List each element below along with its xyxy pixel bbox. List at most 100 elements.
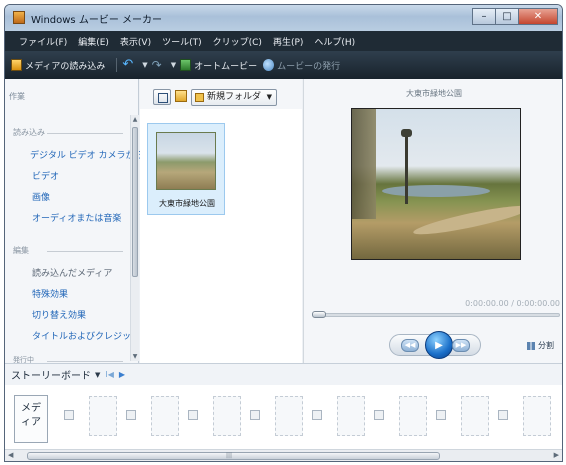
split-label: 分割 (538, 341, 554, 350)
storyboard-label[interactable]: ストーリーボード (11, 367, 91, 382)
storyboard-header: ストーリーボード ▼ I◀ ▶ (5, 363, 562, 385)
preview-timecode: 0:00:00.00 / 0:00:00.00 (465, 299, 560, 308)
toolbar-separator (116, 58, 118, 72)
scroll-up-icon[interactable]: ▲ (131, 116, 139, 123)
seek-bar[interactable] (316, 313, 560, 317)
publish-movie-label: ムービーの発行 (277, 61, 341, 72)
scroll-right-icon[interactable]: ▶ (554, 451, 559, 459)
automovie-button[interactable]: オートムービー (180, 59, 257, 72)
split-icon (527, 341, 535, 350)
folder-small-icon (195, 93, 204, 102)
publish-movie-button[interactable]: ムービーの発行 (263, 59, 340, 72)
undo-button[interactable]: ↶ (122, 58, 136, 71)
storyboard-dropdown-icon[interactable]: ▼ (95, 371, 100, 379)
tasks-title: 作業 (9, 92, 25, 101)
task-link-video[interactable]: ビデオ (32, 169, 59, 182)
storyboard-slot[interactable] (89, 396, 117, 436)
scroll-left-icon[interactable]: ◀ (8, 451, 13, 459)
import-media-label: メディアの読み込み (25, 61, 106, 72)
automovie-icon (180, 59, 192, 71)
storyboard-slot[interactable] (151, 396, 179, 436)
edit-section-heading: 編集 (13, 245, 123, 256)
minimize-button[interactable]: – (472, 8, 496, 25)
storyboard-first-slot-label: メデ ィア (21, 403, 41, 428)
transition-slot[interactable] (188, 410, 198, 420)
chevron-down-icon: ▼ (266, 93, 272, 101)
task-link-from-camera[interactable]: デジタル ビデオ カメラから (30, 148, 144, 161)
media-clip-item[interactable]: 大東市緑地公園 (147, 123, 225, 215)
previous-frame-button[interactable]: ◀◀ (401, 339, 419, 352)
view-toggle-button[interactable] (153, 89, 171, 105)
task-link-titles[interactable]: タイトルおよびクレジット (32, 329, 140, 342)
tasks-scrollbar[interactable]: ▲ ▼ (130, 115, 139, 361)
window-title: Windows ムービー メーカー (31, 15, 162, 26)
tasks-scroll-thumb[interactable] (132, 127, 138, 277)
menu-tools[interactable]: ツール(T) (162, 35, 202, 48)
menu-view[interactable]: 表示(V) (120, 35, 151, 48)
folder-dropdown[interactable]: 新規フォルダ ▼ (191, 89, 277, 106)
task-link-audio[interactable]: オーディオまたは音楽 (32, 211, 121, 224)
title-bar: Windows ムービー メーカー – □ ✕ (5, 5, 562, 31)
scene-lamp (401, 129, 412, 137)
task-link-imported-media[interactable]: 読み込んだメディア (32, 266, 112, 279)
clip-thumbnail (156, 132, 216, 190)
collection-toolbar: 新規フォルダ ▼ (140, 79, 302, 109)
play-button[interactable]: ▶ (425, 331, 453, 359)
folder-icon[interactable] (175, 90, 187, 102)
transition-slot[interactable] (312, 410, 322, 420)
preview-pane: 大東市緑地公園 0:00:00.00 / 0:00:00.00 ◀◀ ▶ ▶▶ … (303, 79, 562, 363)
split-button[interactable]: 分割 (527, 340, 554, 351)
close-button[interactable]: ✕ (518, 8, 558, 25)
transition-slot[interactable] (436, 410, 446, 420)
storyboard-slot[interactable] (523, 396, 551, 436)
storyboard: メデ ィア (5, 385, 562, 449)
menu-edit[interactable]: 編集(E) (78, 35, 109, 48)
redo-dropdown-icon[interactable]: ▼ (171, 61, 176, 69)
automovie-label: オートムービー (194, 61, 258, 72)
seek-handle[interactable] (312, 311, 326, 318)
storyboard-slot[interactable] (275, 396, 303, 436)
collection-pane: 新規フォルダ ▼ 大東市緑地公園 (140, 79, 302, 363)
menu-help[interactable]: ヘルプ(H) (314, 35, 355, 48)
scroll-down-icon[interactable]: ▼ (131, 353, 139, 360)
preview-monitor (351, 108, 521, 260)
rewind-storyboard-icon[interactable]: I◀ (105, 370, 114, 379)
toolbar: メディアの読み込み ↶ ▼ ↷ ▼ オートムービー ムービーの発行 (5, 51, 562, 79)
play-storyboard-icon[interactable]: ▶ (119, 370, 125, 379)
storyboard-slot[interactable] (399, 396, 427, 436)
scene-lamp-pole (405, 134, 408, 204)
storyboard-slot[interactable] (461, 396, 489, 436)
transition-slot[interactable] (498, 410, 508, 420)
menu-file[interactable]: ファイル(F) (19, 35, 67, 48)
maximize-button[interactable]: □ (495, 8, 519, 25)
publish-icon (263, 59, 275, 71)
next-frame-button[interactable]: ▶▶ (452, 339, 470, 352)
transition-slot[interactable] (64, 410, 74, 420)
task-link-images[interactable]: 画像 (32, 190, 50, 203)
scene-path (411, 200, 520, 240)
app-icon (13, 11, 25, 24)
redo-button[interactable]: ↷ (152, 59, 165, 71)
task-link-effects[interactable]: 特殊効果 (32, 287, 68, 300)
transition-slot[interactable] (250, 410, 260, 420)
task-link-transitions[interactable]: 切り替え効果 (32, 308, 86, 321)
preview-title: 大東市緑地公園 (406, 89, 462, 98)
clip-label: 大東市緑地公園 (159, 199, 215, 208)
storyboard-scroll-thumb[interactable]: ||| (27, 452, 440, 460)
scene-tree (352, 109, 376, 219)
folder-dropdown-label: 新規フォルダ (207, 92, 262, 102)
storyboard-slot[interactable] (337, 396, 365, 436)
transition-slot[interactable] (374, 410, 384, 420)
import-section-heading: 読み込み (13, 127, 123, 138)
tasks-pane: 作業 読み込み デジタル ビデオ カメラから ビデオ 画像 オーディオまたは音楽… (5, 79, 144, 364)
storyboard-scrollbar[interactable]: ◀ ||| ▶ (5, 449, 562, 461)
storyboard-first-slot[interactable]: メデ ィア (14, 395, 48, 443)
import-media-button[interactable]: メディアの読み込み (11, 59, 105, 72)
menu-clip[interactable]: クリップ(C) (213, 35, 262, 48)
menu-play[interactable]: 再生(P) (273, 35, 303, 48)
storyboard-slot[interactable] (213, 396, 241, 436)
redo-icon: ↷ (151, 58, 162, 72)
scene-pond (382, 185, 490, 197)
undo-dropdown-icon[interactable]: ▼ (142, 61, 147, 69)
transition-slot[interactable] (126, 410, 136, 420)
